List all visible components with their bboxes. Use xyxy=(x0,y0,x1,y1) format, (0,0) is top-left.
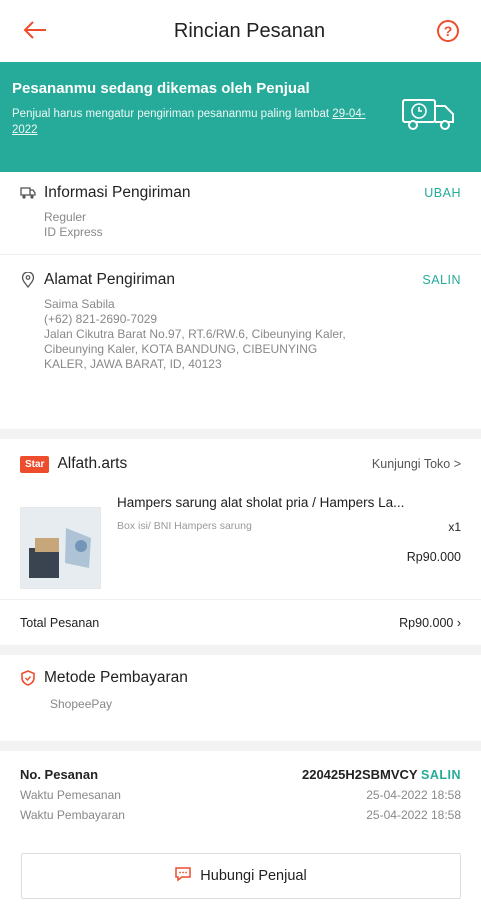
change-shipping-button[interactable]: UBAH xyxy=(424,186,461,200)
contact-seller-label: Hubungi Penjual xyxy=(200,868,307,884)
payment-method-value: ShopeePay xyxy=(50,697,113,711)
truck-clock-icon xyxy=(402,99,454,130)
product-thumbnail xyxy=(20,507,101,589)
star-seller-badge: Star xyxy=(20,455,50,473)
order-time-label: Waktu Pemesanan xyxy=(20,788,121,802)
divider xyxy=(0,741,481,751)
recipient-phone: (+62) 821-2690-7029 xyxy=(44,312,158,326)
page-title: Rincian Pesanan xyxy=(173,19,326,42)
order-number-value: 220425H2SBMVCY xyxy=(301,767,418,782)
product-variant: Box isi/ BNI Hampers sarung xyxy=(117,520,252,532)
order-info-section: No. Pesanan 220425H2SBMVCY SALIN Waktu P… xyxy=(0,751,481,843)
shipping-service: Reguler xyxy=(44,210,87,224)
shipping-info-label: Informasi Pengiriman xyxy=(44,184,191,201)
recipient-name: Saima Sabila xyxy=(44,297,115,311)
arrow-left-icon[interactable] xyxy=(22,17,62,45)
product-price: Rp90.000 xyxy=(406,550,461,564)
payment-method-label: Metode Pembayaran xyxy=(44,669,188,686)
order-total-value: Rp90.000 › xyxy=(399,615,461,630)
address-line-3: KALER, JAWA BARAT, ID, 40123 xyxy=(44,357,222,371)
address-line-1: Jalan Cikutra Barat No.97, RT.6/RW.6, Ci… xyxy=(44,327,346,341)
payment-time-value: 25-04-2022 18:58 xyxy=(366,808,461,822)
order-total-row[interactable]: Total Pesanan Rp90.000 › xyxy=(0,599,481,645)
payment-method-section: Metode Pembayaran ShopeePay xyxy=(0,655,481,741)
product-quantity: x1 xyxy=(448,520,461,534)
shop-name: Alfath.arts xyxy=(57,455,128,472)
copy-address-button[interactable]: SALIN xyxy=(422,273,461,287)
shipping-courier: ID Express xyxy=(44,225,103,239)
order-number-label: No. Pesanan xyxy=(20,767,99,782)
banner-text-body: Penjual harus mengatur pengiriman pesana… xyxy=(12,108,330,120)
divider xyxy=(0,429,481,439)
product-item[interactable]: Hampers sarung alat sholat pria / Hamper… xyxy=(0,489,481,599)
order-total-label: Total Pesanan xyxy=(20,615,100,630)
location-pin-icon xyxy=(20,272,36,288)
shipping-address-label: Alamat Pengiriman xyxy=(44,271,175,288)
visit-shop-link[interactable]: Kunjungi Toko > xyxy=(372,457,461,471)
copy-order-number-button[interactable]: SALIN xyxy=(421,768,461,782)
product-name: Hampers sarung alat sholat pria / Hamper… xyxy=(117,495,405,510)
divider xyxy=(0,645,481,655)
banner-text: Penjual harus mengatur pengiriman pesana… xyxy=(12,106,372,138)
contact-section: Hubungi Penjual xyxy=(0,843,481,905)
address-line-2: Cibeunying Kaler, KOTA BANDUNG, CIBEUNYI… xyxy=(44,342,318,356)
contact-seller-button[interactable]: Hubungi Penjual xyxy=(20,853,461,899)
order-time-value: 25-04-2022 18:58 xyxy=(366,788,461,802)
shipping-address-section: Alamat Pengiriman SALIN Saima Sabila (+6… xyxy=(0,254,481,429)
shield-icon xyxy=(20,670,36,686)
question-circle-icon[interactable]: ? xyxy=(437,20,459,42)
payment-time-label: Waktu Pembayaran xyxy=(20,808,125,822)
truck-icon xyxy=(20,185,36,201)
chat-bubble-icon xyxy=(174,866,192,886)
status-banner: Pesananmu sedang dikemas oleh Penjual Pe… xyxy=(0,62,481,172)
app-header: Rincian Pesanan ? xyxy=(0,0,481,62)
shop-section: Star Alfath.arts Kunjungi Toko > Hampers… xyxy=(0,439,481,645)
shipping-info-section: Informasi Pengiriman UBAH Reguler ID Exp… xyxy=(0,172,481,254)
